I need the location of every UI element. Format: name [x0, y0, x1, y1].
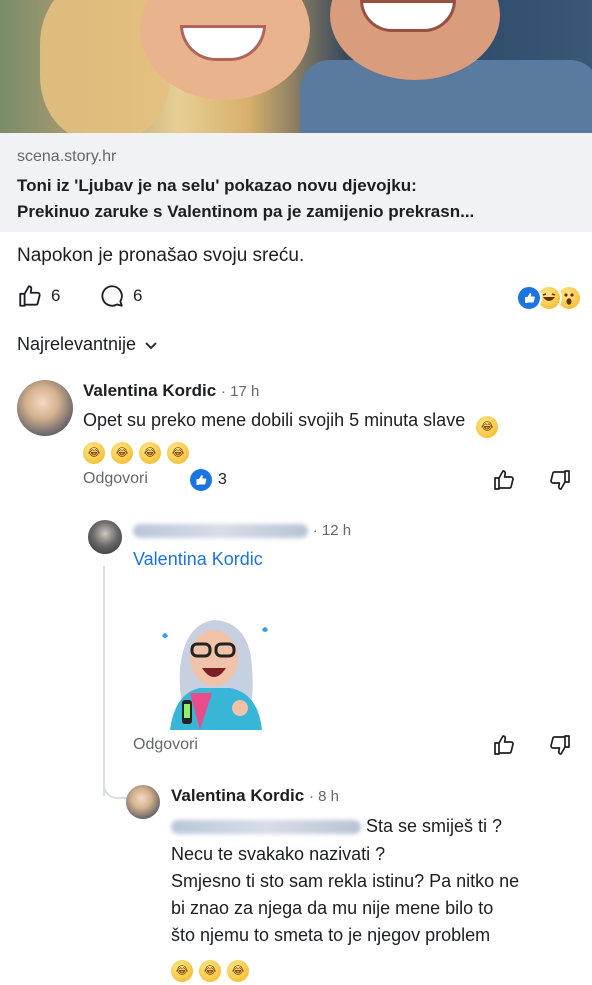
- link-title[interactable]: Toni iz 'Ljubav je na selu' pokazao novu…: [17, 173, 582, 225]
- dislike-button[interactable]: [548, 733, 572, 757]
- link-title-line2: Prekinuo zaruke s Valentinom pa je zamij…: [17, 202, 475, 221]
- comment-text-line1-row: Sta se smiješ ti ?: [171, 812, 502, 840]
- comment-author[interactable]: Valentina Kordic · 17 h: [83, 381, 259, 401]
- laughing-emoji-icon: 😂: [476, 416, 499, 438]
- thumbs-up-icon: [17, 283, 43, 309]
- post-image[interactable]: [0, 0, 592, 133]
- comment-time: · 17 h: [220, 383, 260, 400]
- sort-label: Najrelevantnije: [17, 334, 137, 354]
- comment-count: 6: [133, 286, 143, 305]
- redacted-mention: [171, 820, 361, 835]
- link-domain: scena.story.hr: [17, 148, 117, 165]
- comment-emoji-row: 😂 😂 😂: [171, 950, 255, 982]
- link-title-line1: Toni iz 'Ljubav je na selu' pokazao novu…: [17, 176, 417, 195]
- comment-text-line5: što njemu to smeta to je njegov problem: [171, 925, 491, 945]
- dislike-button[interactable]: [548, 468, 572, 492]
- comment-text-line3: Smjesno ti sto sam rekla istinu? Pa nitk…: [171, 871, 520, 891]
- comment-like-summary[interactable]: 3: [190, 469, 227, 491]
- thumbs-down-icon: [548, 733, 572, 757]
- laughing-emoji-icon: 😂: [227, 960, 249, 982]
- laughing-emoji-icon: 😂: [83, 442, 105, 464]
- avatar[interactable]: [126, 785, 160, 819]
- comment-icon: [99, 283, 125, 309]
- comment-author-name[interactable]: Valentina Kordic: [83, 381, 216, 400]
- avatar[interactable]: [88, 520, 122, 554]
- thumbs-up-icon: [492, 733, 516, 757]
- comment-author[interactable]: Valentina Kordic · 8 h: [171, 786, 339, 806]
- like-button[interactable]: [492, 468, 516, 492]
- comment-time: · 12 h: [312, 522, 352, 539]
- laughing-emoji-icon: 😂: [199, 960, 221, 982]
- comment-time: · 8 h: [308, 788, 339, 805]
- reactions-summary[interactable]: [516, 285, 582, 311]
- thread-line: [103, 566, 105, 796]
- redacted-name: [133, 523, 308, 538]
- laughing-emoji-icon: 😂: [111, 442, 133, 464]
- like-button[interactable]: [492, 733, 516, 757]
- thumbs-down-icon: [548, 468, 572, 492]
- like-stat[interactable]: 6: [17, 283, 60, 309]
- comment-like-count: 3: [218, 471, 227, 488]
- comment-sort-dropdown[interactable]: Najrelevantnije: [17, 334, 158, 355]
- comment-author-name[interactable]: Valentina Kordic: [171, 786, 304, 805]
- like-reaction-icon: [190, 469, 212, 491]
- sticker-image[interactable]: [150, 608, 275, 730]
- reply-button[interactable]: Odgovori: [83, 470, 148, 488]
- like-reaction-icon: [516, 285, 542, 311]
- post-caption: Napokon je pronašao svoju sreću.: [17, 245, 305, 266]
- avatar[interactable]: [17, 380, 73, 436]
- comment-author[interactable]: · 12 h: [133, 520, 351, 540]
- reply-button[interactable]: Odgovori: [133, 736, 198, 754]
- laughing-emoji-icon: 😂: [171, 960, 193, 982]
- laughing-emoji-icon: 😂: [167, 442, 189, 464]
- comment-text-line4: bi znao za njega da mu nije mene bilo to: [171, 898, 494, 918]
- like-count: 6: [51, 286, 61, 305]
- comment-text-line1: Sta se smiješ ti ?: [366, 816, 503, 836]
- comment-stat[interactable]: 6: [99, 283, 142, 309]
- chevron-down-icon: [144, 338, 158, 352]
- mention-link[interactable]: Valentina Kordic: [133, 545, 263, 573]
- thread-connector: [103, 775, 127, 799]
- thumbs-up-icon: [492, 468, 516, 492]
- laughing-emoji-icon: 😂: [139, 442, 161, 464]
- post-stats-row: 6 6: [17, 283, 582, 311]
- comment-text-line1: Opet su preko mene dobili svojih 5 minut…: [83, 410, 466, 430]
- comment-text-line2: Necu te svakako nazivati ?: [171, 844, 386, 864]
- comment-emoji-row: 😂 😂 😂 😂: [83, 432, 195, 464]
